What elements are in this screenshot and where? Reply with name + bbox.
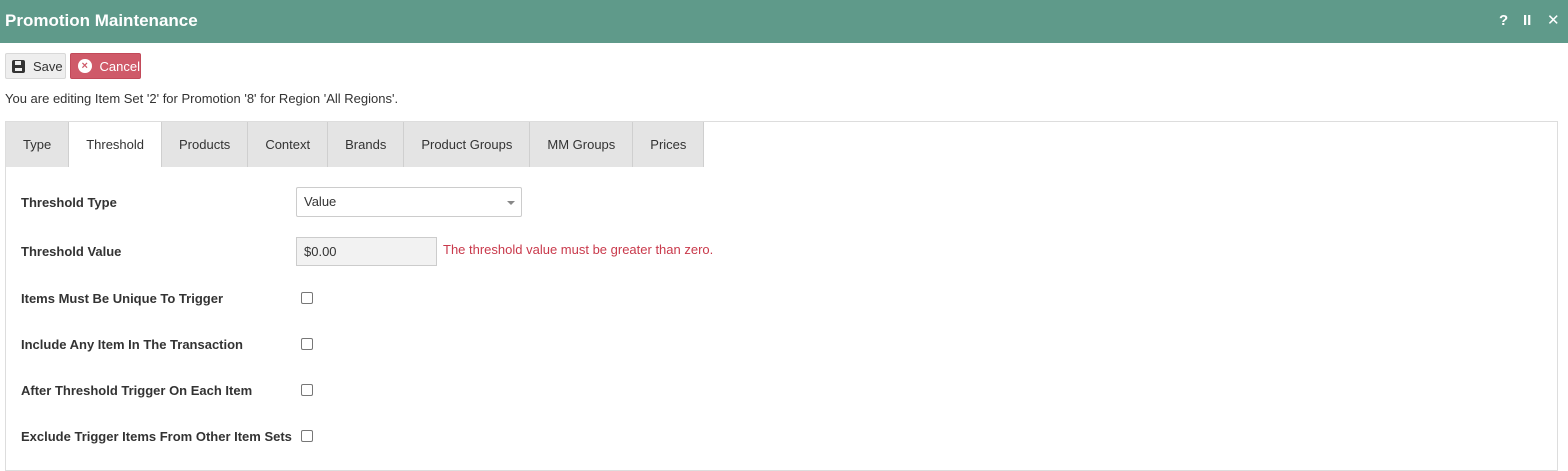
- chevron-down-icon: [507, 201, 515, 205]
- save-label: Save: [33, 58, 63, 74]
- floppy-disk-icon: [12, 59, 25, 73]
- tab-mm-groups[interactable]: MM Groups: [530, 122, 634, 167]
- include-any-label: Include Any Item In The Transaction: [21, 337, 244, 352]
- threshold-value-label: Threshold Value: [21, 244, 122, 259]
- threshold-type-label: Threshold Type: [21, 195, 117, 210]
- items-unique-checkbox[interactable]: [301, 292, 313, 304]
- tab-threshold[interactable]: Threshold: [69, 122, 162, 167]
- items-unique-label: Items Must Be Unique To Trigger: [21, 291, 224, 306]
- pause-icon[interactable]: II: [1523, 11, 1531, 31]
- tab-context[interactable]: Context: [248, 122, 329, 167]
- threshold-type-value: Value: [304, 194, 337, 209]
- threshold-value-error: The threshold value must be greater than…: [443, 242, 714, 257]
- threshold-value-input[interactable]: $0.00: [296, 237, 437, 266]
- tab-prices[interactable]: Prices: [633, 122, 705, 167]
- cancel-circle-icon: ×: [78, 59, 92, 73]
- threshold-type-select[interactable]: Value: [296, 187, 522, 217]
- window-title: Promotion Maintenance: [5, 11, 198, 30]
- close-icon[interactable]: ✕: [1547, 11, 1560, 31]
- tab-panel: Type Threshold Products Context Brands P…: [5, 121, 1558, 471]
- after-threshold-label: After Threshold Trigger On Each Item: [21, 383, 253, 398]
- tab-bar: Type Threshold Products Context Brands P…: [6, 122, 705, 167]
- exclude-trigger-label: Exclude Trigger Items From Other Item Se…: [21, 429, 292, 444]
- exclude-trigger-checkbox[interactable]: [301, 430, 313, 442]
- tab-brands[interactable]: Brands: [328, 122, 405, 167]
- cancel-button[interactable]: × Cancel: [70, 53, 141, 79]
- edit-info-text: You are editing Item Set '2' for Promoti…: [5, 91, 399, 106]
- help-icon[interactable]: ?: [1499, 11, 1508, 31]
- save-button[interactable]: Save: [5, 53, 66, 79]
- tab-product-groups[interactable]: Product Groups: [404, 122, 531, 167]
- include-any-checkbox[interactable]: [301, 338, 313, 350]
- cancel-label: Cancel: [99, 58, 140, 74]
- title-bar: Promotion Maintenance ? II ✕: [0, 0, 1568, 43]
- after-threshold-checkbox[interactable]: [301, 384, 313, 396]
- tab-type[interactable]: Type: [6, 122, 70, 167]
- tab-products[interactable]: Products: [162, 122, 249, 167]
